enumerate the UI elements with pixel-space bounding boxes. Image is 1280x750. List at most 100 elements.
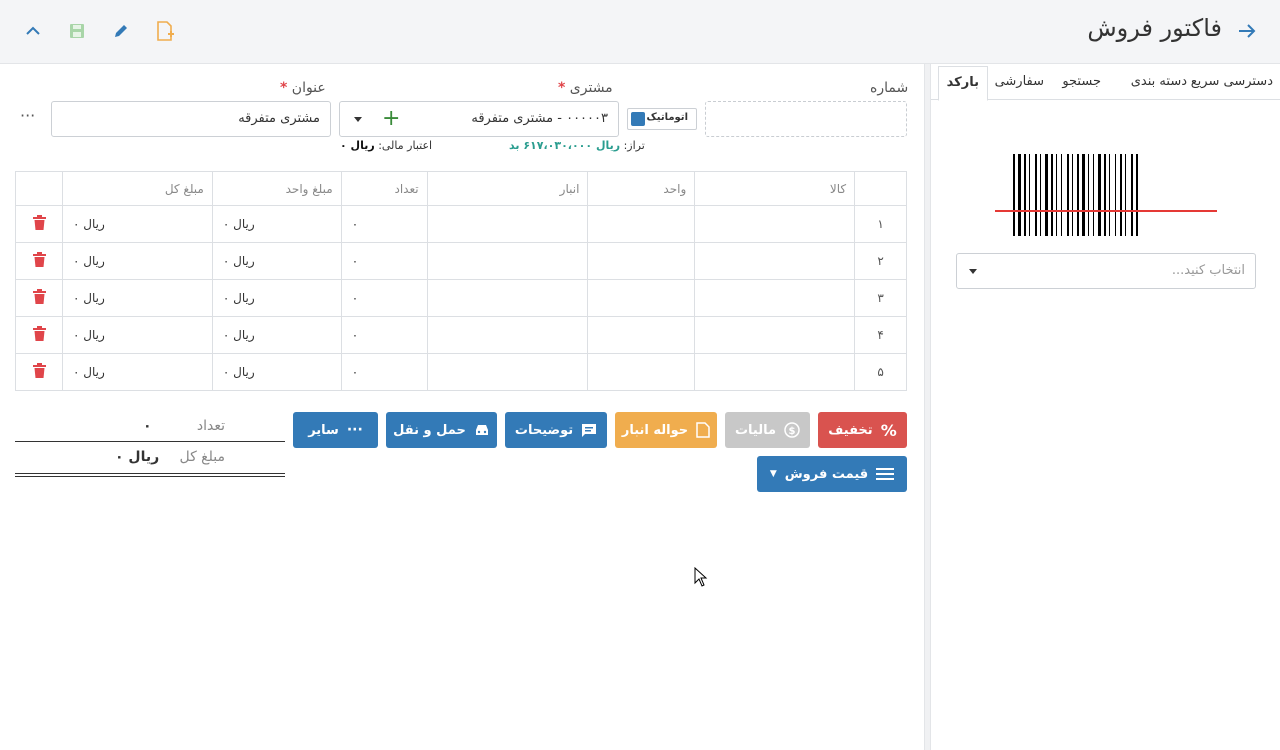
tab-search[interactable]: جستجو — [1054, 66, 1109, 100]
total-cell[interactable]: ریال ۰ — [62, 279, 213, 317]
back-arrow-icon[interactable] — [1234, 18, 1260, 44]
unit-cell[interactable] — [587, 279, 696, 317]
trash-icon[interactable] — [32, 363, 46, 381]
table-row[interactable]: ۳ ۰ ریال ۰ ریال ۰ — [14, 279, 907, 317]
car-icon — [475, 425, 488, 435]
customer-value: ۰۰۰۰۰۳ - مشتری متفرقه — [471, 111, 608, 126]
warehouse-cell[interactable] — [426, 279, 589, 317]
add-customer-plus-icon[interactable]: + — [382, 107, 400, 131]
unit-cell[interactable] — [587, 316, 696, 354]
product-cell[interactable] — [694, 353, 856, 391]
summary-count-value: ۰ — [143, 418, 152, 434]
quantity-cell[interactable]: ۰ — [340, 279, 428, 317]
quantity-cell[interactable]: ۰ — [340, 205, 428, 243]
other-button[interactable]: ··· سایر — [293, 412, 378, 448]
quantity-cell[interactable]: ۰ — [340, 242, 428, 280]
transport-button[interactable]: حمل و نقل — [386, 412, 497, 448]
unit-price-cell[interactable]: ریال ۰ — [211, 242, 342, 280]
summary-count-label: تعداد — [196, 418, 225, 434]
trash-icon[interactable] — [32, 289, 46, 307]
edit-pencil-icon[interactable] — [108, 18, 134, 44]
product-cell[interactable] — [694, 242, 856, 280]
discount-button[interactable]: % تخفیف — [818, 412, 907, 448]
quantity-cell[interactable]: ۰ — [340, 353, 428, 391]
title-field[interactable]: مشتری متفرقه — [51, 101, 331, 137]
warehouse-cell[interactable] — [426, 316, 589, 354]
warehouse-transfer-button[interactable]: حواله انبار — [615, 412, 717, 448]
product-picker-panel: بارکد سفارشی جستجو دسته بندی دسترسی سریع… — [930, 64, 1280, 750]
barcode-bar — [1115, 154, 1116, 236]
barcode-bar — [1088, 154, 1089, 236]
summary-count-row: تعداد ۰ — [15, 413, 285, 441]
total-cell[interactable]: ریال ۰ — [62, 242, 213, 280]
trash-icon[interactable] — [32, 252, 46, 270]
barcode-bar — [1093, 154, 1094, 236]
delete-cell[interactable] — [14, 205, 64, 243]
unit-price-cell[interactable]: ریال ۰ — [211, 316, 342, 354]
toggle-checkbox[interactable] — [631, 112, 645, 126]
document-icon — [696, 422, 710, 438]
warehouse-cell[interactable] — [426, 242, 589, 280]
notes-label: توضیحات — [514, 422, 574, 438]
trash-icon[interactable] — [32, 215, 46, 233]
delete-cell[interactable] — [14, 353, 64, 391]
barcode-bar — [1067, 154, 1069, 236]
title-value: مشتری متفرقه — [238, 111, 320, 126]
tab-custom[interactable]: سفارشی — [987, 66, 1052, 100]
warehouse-cell[interactable] — [426, 353, 589, 391]
product-cell[interactable] — [694, 279, 856, 317]
tab-quick-access[interactable]: دسترسی سریع — [1183, 66, 1280, 100]
credit-text: اعتبار مالی: ریال ۰ — [340, 139, 433, 152]
price-list-dropdown-button[interactable]: قیمت فروش ▼ — [757, 456, 907, 492]
product-cell[interactable] — [694, 316, 856, 354]
scan-line — [995, 210, 1217, 212]
tax-button[interactable]: $ مالیات — [725, 412, 810, 448]
product-cell[interactable] — [694, 205, 856, 243]
unit-cell[interactable] — [587, 205, 696, 243]
row-number: ۳ — [854, 279, 907, 317]
column-header-unit: واحد — [587, 171, 696, 206]
barcode-bar — [1131, 154, 1133, 236]
invoice-number-field[interactable] — [705, 101, 907, 137]
collapse-chevron-icon[interactable] — [20, 18, 46, 44]
warehouse-cell[interactable] — [426, 205, 589, 243]
barcode-bar — [1051, 154, 1053, 236]
unit-price-cell[interactable]: ریال ۰ — [211, 353, 342, 391]
new-document-icon[interactable] — [152, 18, 178, 44]
unit-price-cell[interactable]: ریال ۰ — [211, 279, 342, 317]
total-cell[interactable]: ریال ۰ — [62, 205, 213, 243]
unit-cell[interactable] — [587, 242, 696, 280]
save-icon[interactable] — [64, 18, 90, 44]
unit-price-cell[interactable]: ریال ۰ — [211, 205, 342, 243]
table-header-row: کالا واحد انبار تعداد مبلغ واحد مبلغ کل — [14, 171, 907, 206]
comment-icon — [582, 424, 597, 437]
customer-select[interactable]: ۰۰۰۰۰۳ - مشتری متفرقه + — [339, 101, 619, 137]
unit-cell[interactable] — [587, 353, 696, 391]
tab-barcode[interactable]: بارکد — [937, 66, 988, 101]
delete-cell[interactable] — [14, 316, 64, 354]
product-select[interactable]: انتخاب کنید... — [956, 253, 1256, 289]
quantity-cell[interactable]: ۰ — [340, 316, 428, 354]
table-row[interactable]: ۲ ۰ ریال ۰ ریال ۰ — [14, 242, 907, 280]
trash-icon[interactable] — [32, 326, 46, 344]
notes-button[interactable]: توضیحات — [505, 412, 607, 448]
auto-label: اتوماتیک — [646, 112, 688, 123]
barcode-bar — [1045, 154, 1048, 236]
delete-cell[interactable] — [14, 279, 64, 317]
table-row[interactable]: ۱ ۰ ریال ۰ ریال ۰ — [14, 205, 907, 243]
auto-number-toggle[interactable]: اتوماتیک — [627, 108, 697, 130]
balance-text: تراز: ریال ۶۱۷،۰۳۰،۰۰۰ بد — [509, 139, 645, 152]
column-header-total: مبلغ کل — [62, 171, 213, 206]
svg-text:$: $ — [789, 426, 796, 437]
column-header-warehouse: انبار — [426, 171, 589, 206]
barcode-bar — [1109, 154, 1110, 236]
chevron-down-icon[interactable] — [354, 117, 362, 122]
column-header-product: کالا — [694, 171, 856, 206]
summary-total-value: ریال ۰ — [115, 449, 160, 465]
delete-cell[interactable] — [14, 242, 64, 280]
total-cell[interactable]: ریال ۰ — [62, 316, 213, 354]
more-options-icon[interactable]: ··· — [20, 106, 35, 125]
table-row[interactable]: ۵ ۰ ریال ۰ ریال ۰ — [14, 353, 907, 391]
total-cell[interactable]: ریال ۰ — [62, 353, 213, 391]
table-row[interactable]: ۴ ۰ ریال ۰ ریال ۰ — [14, 316, 907, 354]
